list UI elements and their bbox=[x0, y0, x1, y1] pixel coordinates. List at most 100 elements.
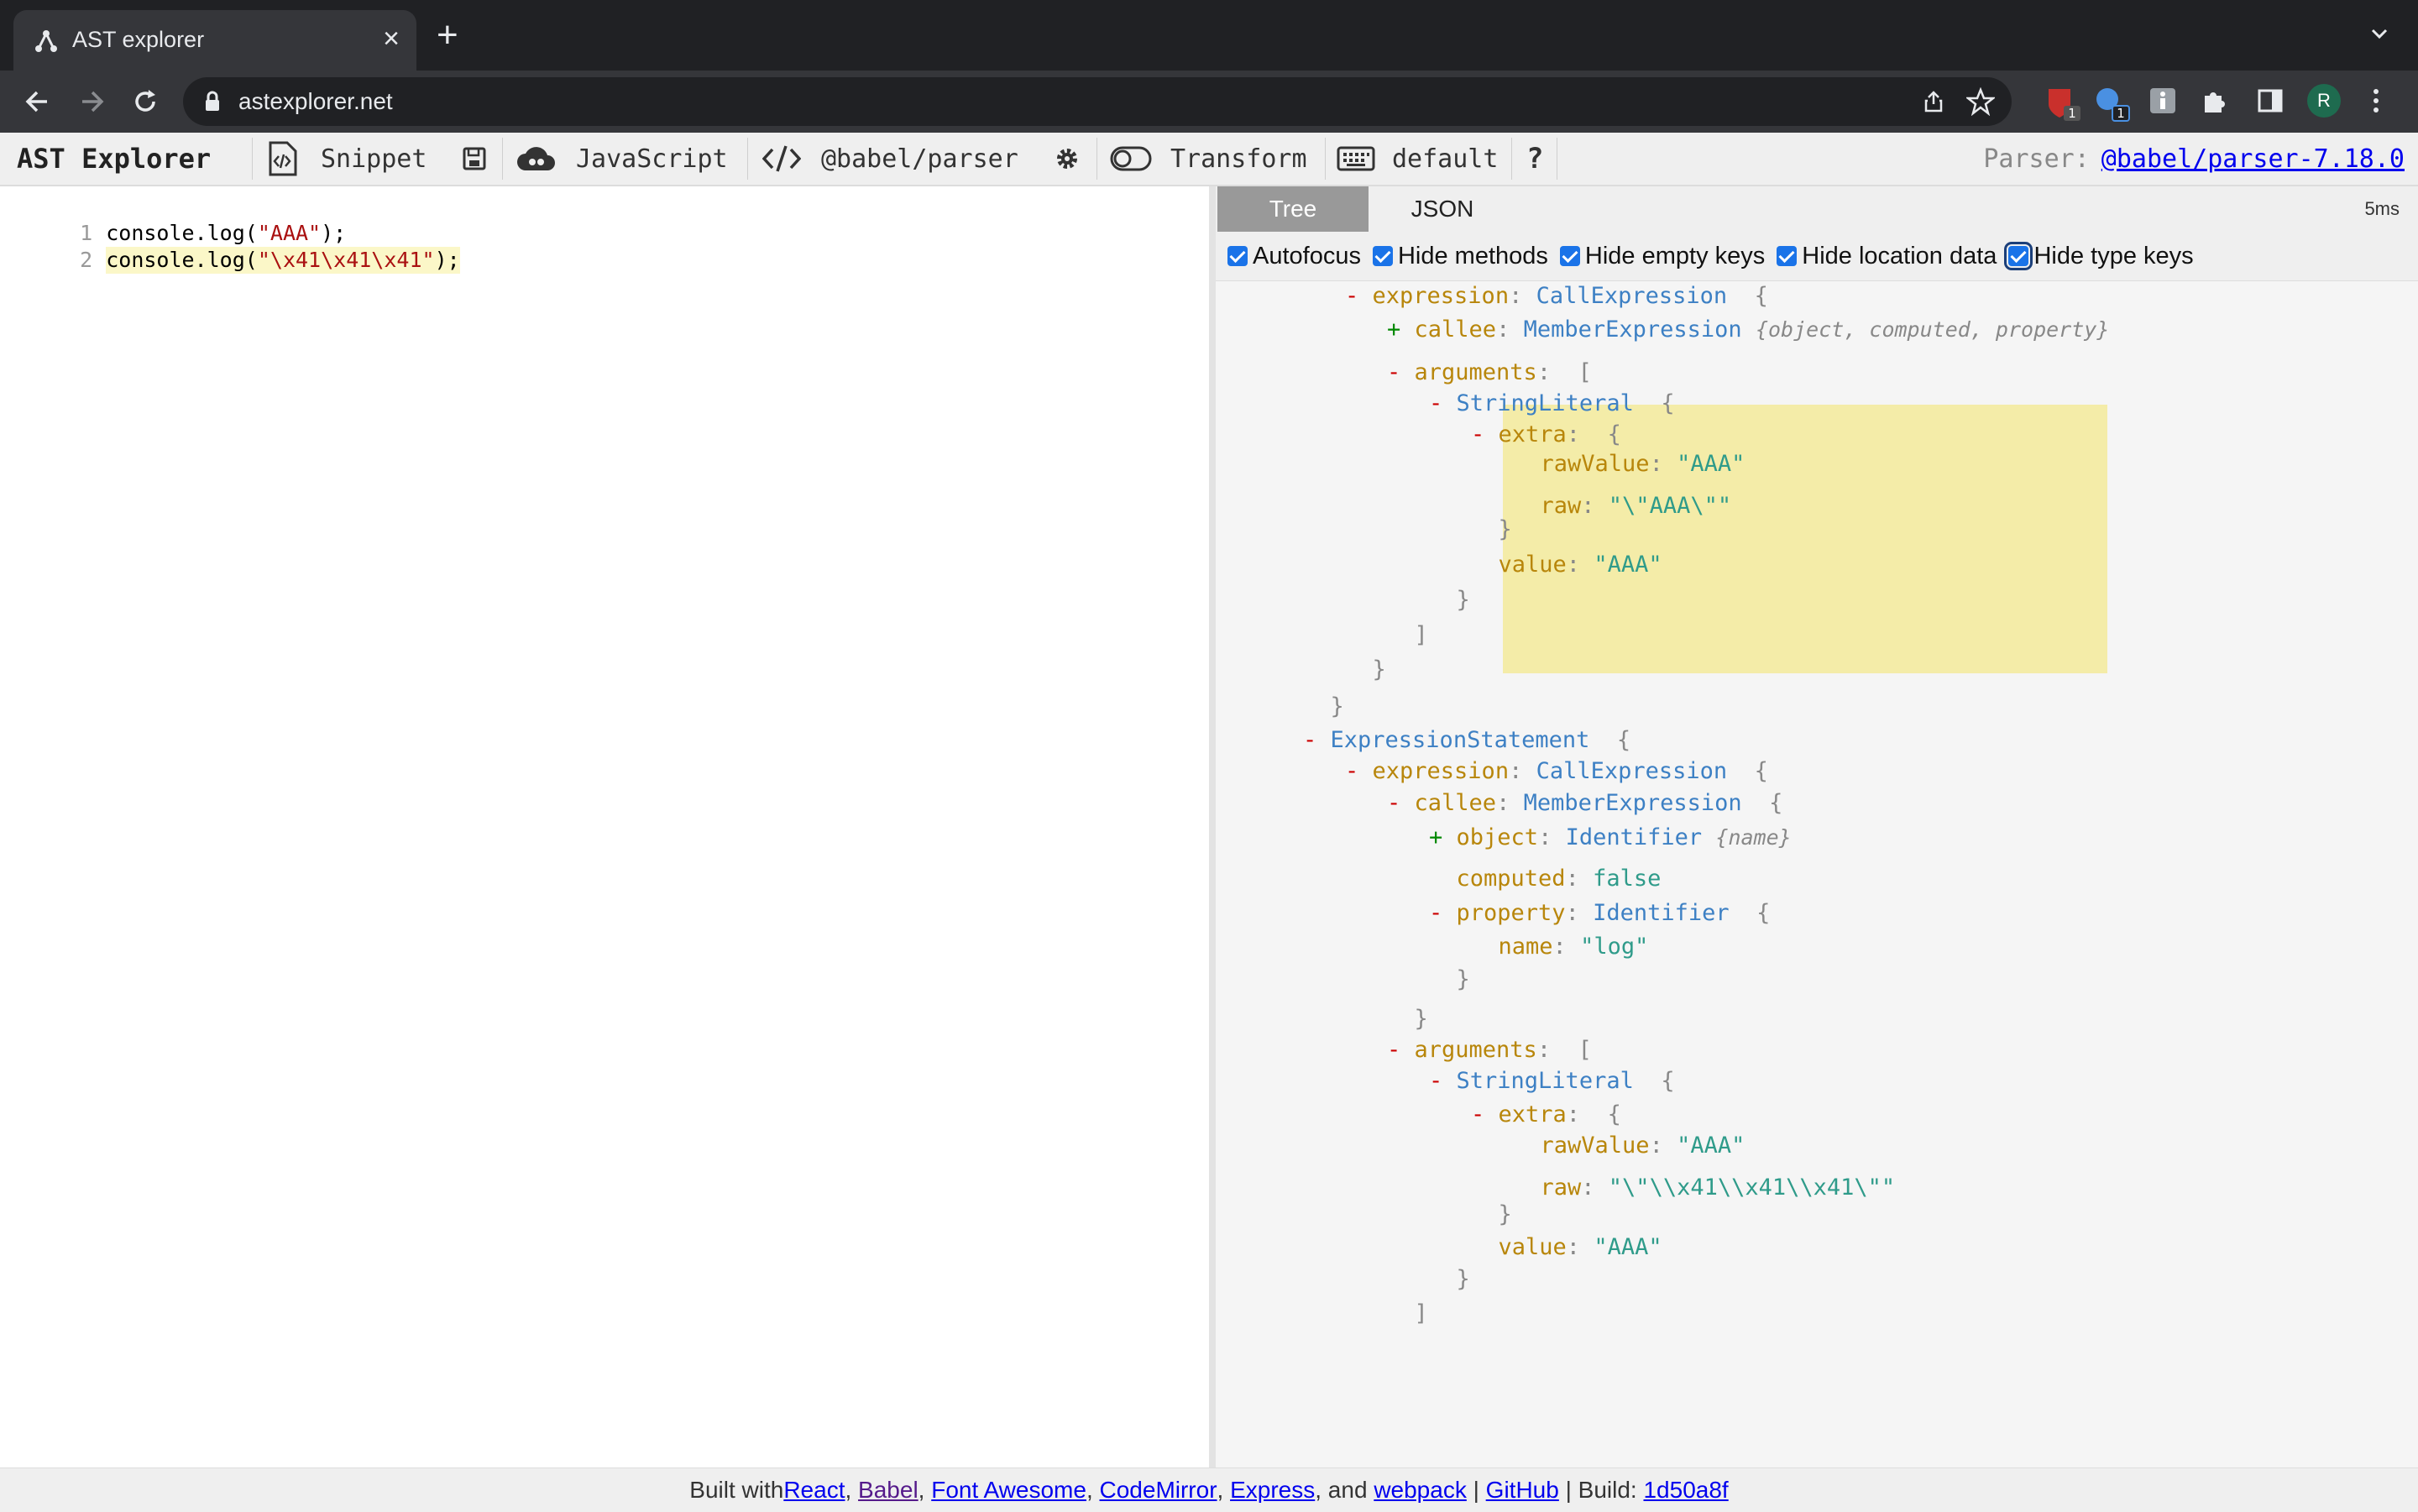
checkbox-checked-icon[interactable] bbox=[1227, 246, 1248, 266]
reload-icon[interactable] bbox=[129, 86, 161, 118]
footer-text: Built with bbox=[689, 1477, 784, 1503]
font-awesome-link[interactable]: Font Awesome bbox=[931, 1477, 1086, 1504]
parser-version-link[interactable]: @babel/parser-7.18.0 bbox=[2101, 144, 2405, 174]
pane-splitter[interactable] bbox=[1209, 186, 1216, 1468]
codemirror-link[interactable]: CodeMirror bbox=[1100, 1477, 1217, 1504]
tree-node[interactable]: ] bbox=[1387, 1300, 1428, 1328]
back-arrow-icon[interactable] bbox=[22, 86, 54, 118]
node-toggle[interactable]: - bbox=[1387, 1037, 1415, 1063]
node-toggle[interactable]: + bbox=[1429, 824, 1457, 850]
side-panel-icon[interactable] bbox=[2257, 87, 2284, 114]
puzzle-extensions-icon[interactable] bbox=[2201, 87, 2228, 114]
node-toggle[interactable]: - bbox=[1387, 359, 1415, 385]
extension-icon-2[interactable]: 1 bbox=[2094, 86, 2131, 123]
tree-node[interactable]: ] bbox=[1387, 621, 1428, 650]
tree-node[interactable]: + object: Identifier {name} bbox=[1429, 824, 1792, 852]
checkbox-checked-icon[interactable] bbox=[1372, 246, 1393, 266]
node-toggle[interactable]: - bbox=[1429, 1068, 1457, 1094]
keymap-menu[interactable]: default bbox=[1337, 133, 1498, 185]
build-hash-link[interactable]: 1d50a8f bbox=[1643, 1477, 1728, 1504]
tree-node[interactable]: } bbox=[1471, 515, 1512, 544]
profile-avatar[interactable]: R bbox=[2307, 84, 2341, 118]
tree-token: "AAA" bbox=[1594, 552, 1662, 578]
chevron-down-icon[interactable] bbox=[2368, 22, 2391, 45]
express-link[interactable]: Express bbox=[1230, 1477, 1315, 1504]
close-tab-icon[interactable]: × bbox=[383, 22, 400, 55]
parser-menu[interactable]: @babel/parser bbox=[762, 133, 1018, 185]
babel-link[interactable]: Babel bbox=[858, 1477, 919, 1504]
tree-node[interactable]: - ExpressionStatement { bbox=[1303, 726, 1630, 755]
node-toggle[interactable]: - bbox=[1429, 900, 1457, 926]
tab-json[interactable]: JSON bbox=[1367, 186, 1518, 232]
info-extension-icon[interactable] bbox=[2149, 87, 2176, 114]
bookmark-star-icon[interactable] bbox=[1966, 87, 1995, 116]
tree-node[interactable]: } bbox=[1471, 1201, 1512, 1229]
tree-node[interactable]: } bbox=[1387, 1005, 1428, 1033]
hide-type-keys-option[interactable]: Hide type keys bbox=[2004, 242, 2194, 270]
save-icon[interactable] bbox=[462, 146, 487, 171]
tree-node[interactable]: value: "AAA" bbox=[1471, 551, 1662, 579]
tree-node[interactable]: } bbox=[1429, 586, 1470, 615]
tree-node[interactable]: - extra: { bbox=[1471, 1101, 1621, 1129]
address-bar[interactable]: astexplorer.net bbox=[183, 77, 2012, 126]
tree-node[interactable]: } bbox=[1345, 656, 1386, 684]
tree-node[interactable]: - arguments: [ bbox=[1387, 1036, 1592, 1065]
node-toggle[interactable]: - bbox=[1345, 758, 1373, 784]
code-editor[interactable]: 1 console.log("AAA"); 2 console.log("\x41\… bbox=[0, 186, 1209, 1468]
node-toggle[interactable]: + bbox=[1387, 317, 1415, 343]
tree-node[interactable]: } bbox=[1429, 1265, 1470, 1294]
tab-tree[interactable]: Tree bbox=[1217, 186, 1369, 232]
tree-node[interactable]: - StringLiteral { bbox=[1429, 1067, 1675, 1096]
tree-node[interactable]: - arguments: [ bbox=[1387, 358, 1592, 387]
checkbox-checked-icon[interactable] bbox=[2004, 242, 2033, 270]
hide-location-data-option[interactable]: Hide location data bbox=[1777, 243, 1997, 270]
node-toggle[interactable]: - bbox=[1303, 727, 1331, 753]
tree-node[interactable]: } bbox=[1429, 965, 1470, 994]
new-tab-icon[interactable]: + bbox=[437, 17, 458, 54]
tree-token bbox=[1742, 317, 1756, 343]
share-icon[interactable] bbox=[1921, 89, 1946, 114]
browser-menu-icon[interactable] bbox=[2369, 87, 2383, 114]
hide-methods-option[interactable]: Hide methods bbox=[1372, 243, 1548, 270]
tree-token: : bbox=[1538, 824, 1566, 850]
node-toggle[interactable]: - bbox=[1387, 790, 1415, 816]
tree-node[interactable]: raw: "\"\\x41\\x41\\x41\"" bbox=[1513, 1174, 1896, 1202]
tree-node[interactable]: name: "log" bbox=[1471, 933, 1649, 961]
tree-node[interactable]: value: "AAA" bbox=[1471, 1233, 1662, 1262]
autofocus-option[interactable]: Autofocus bbox=[1227, 243, 1361, 270]
tree-token: raw bbox=[1513, 493, 1582, 519]
language-menu[interactable]: JavaScript bbox=[516, 133, 728, 185]
browser-tab[interactable]: AST explorer × bbox=[13, 10, 416, 71]
node-toggle[interactable]: - bbox=[1429, 390, 1457, 416]
webpack-link[interactable]: webpack bbox=[1374, 1477, 1467, 1504]
tree-node[interactable]: - callee: MemberExpression { bbox=[1387, 789, 1782, 818]
node-toggle[interactable]: - bbox=[1471, 1101, 1499, 1127]
node-toggle[interactable]: - bbox=[1345, 283, 1373, 309]
hide-empty-keys-option[interactable]: Hide empty keys bbox=[1559, 243, 1765, 270]
tree-node[interactable]: + callee: MemberExpression {object, comp… bbox=[1387, 316, 2109, 344]
tree-node[interactable]: } bbox=[1303, 693, 1344, 721]
react-link[interactable]: React bbox=[783, 1477, 845, 1504]
ublock-extension-icon[interactable]: 1 bbox=[2045, 86, 2082, 123]
tree-token: computed bbox=[1429, 866, 1566, 892]
tree-node[interactable]: - StringLiteral { bbox=[1429, 390, 1675, 418]
tree-node[interactable]: - property: Identifier { bbox=[1429, 899, 1770, 928]
tree-node[interactable]: - expression: CallExpression { bbox=[1345, 757, 1768, 786]
tree-node[interactable]: raw: "\"AAA\"" bbox=[1513, 492, 1732, 521]
checkbox-checked-icon[interactable] bbox=[1777, 246, 1798, 266]
tree-node[interactable]: rawValue: "AAA" bbox=[1513, 450, 1745, 479]
tree-node[interactable]: rawValue: "AAA" bbox=[1513, 1132, 1745, 1160]
snippet-menu[interactable]: Snippet bbox=[267, 133, 427, 185]
transform-toggle[interactable]: Transform bbox=[1110, 133, 1307, 185]
checkbox-checked-icon[interactable] bbox=[1559, 246, 1580, 266]
github-link[interactable]: GitHub bbox=[1486, 1477, 1559, 1504]
help-button[interactable]: ? bbox=[1526, 133, 1543, 185]
tree-node[interactable]: - extra: { bbox=[1471, 421, 1621, 449]
tree-node[interactable]: - expression: CallExpression { bbox=[1345, 282, 1768, 311]
forward-arrow-icon[interactable] bbox=[76, 86, 107, 118]
gear-icon[interactable] bbox=[1055, 146, 1080, 171]
tree-token: : bbox=[1496, 790, 1524, 816]
tree-node[interactable]: computed: false bbox=[1429, 865, 1662, 893]
node-toggle[interactable]: - bbox=[1471, 421, 1499, 447]
tree-token: ] bbox=[1387, 622, 1428, 648]
